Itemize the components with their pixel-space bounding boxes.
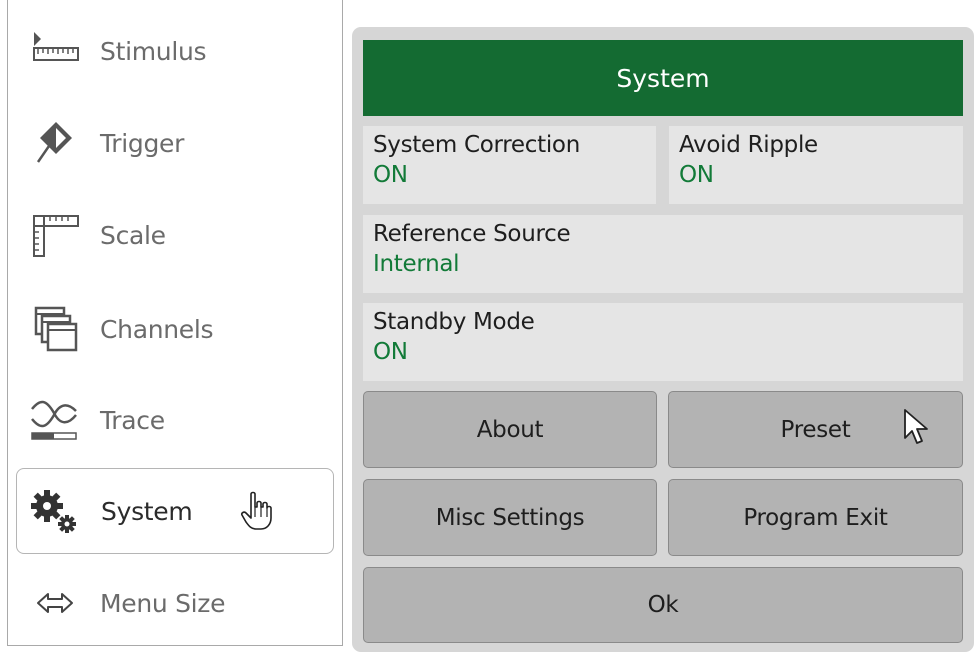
side-menu: Stimulus Trigger Scale Channels Trace Sy…: [7, 0, 343, 646]
menu-item-system[interactable]: System: [16, 468, 334, 554]
double-arrow-icon: [22, 578, 82, 628]
menu-label-trace: Trace: [100, 405, 165, 435]
menu-label-stimulus: Stimulus: [100, 36, 207, 66]
system-correction-label: System Correction: [373, 132, 580, 158]
menu-item-scale[interactable]: Scale: [16, 192, 334, 278]
hand-pointer-icon: [239, 491, 273, 531]
reference-source-field[interactable]: Reference Source Internal: [363, 215, 963, 293]
standby-mode-value: ON: [373, 339, 408, 365]
avoid-ripple-field[interactable]: Avoid Ripple ON: [669, 126, 963, 204]
scale-icon: [22, 210, 82, 260]
standby-mode-label: Standby Mode: [373, 309, 535, 335]
menu-label-system: System: [101, 496, 193, 526]
reference-source-label: Reference Source: [373, 221, 571, 247]
standby-mode-field[interactable]: Standby Mode ON: [363, 303, 963, 381]
channels-icon: [22, 304, 82, 354]
ok-button[interactable]: Ok: [363, 567, 963, 643]
menu-label-menu-size: Menu Size: [100, 588, 226, 618]
menu-label-trigger: Trigger: [100, 128, 185, 158]
system-correction-field[interactable]: System Correction ON: [363, 126, 656, 204]
misc-settings-button[interactable]: Misc Settings: [363, 479, 657, 556]
about-button[interactable]: About: [363, 391, 657, 468]
menu-label-channels: Channels: [100, 314, 214, 344]
ruler-icon: [22, 26, 82, 76]
menu-item-channels[interactable]: Channels: [16, 286, 334, 372]
menu-item-trigger[interactable]: Trigger: [16, 100, 334, 186]
avoid-ripple-value: ON: [679, 162, 714, 188]
menu-item-menu-size[interactable]: Menu Size: [16, 560, 334, 646]
avoid-ripple-label: Avoid Ripple: [679, 132, 818, 158]
menu-item-trace[interactable]: Trace: [16, 377, 334, 463]
arrow-cursor-icon: [902, 408, 932, 448]
menu-item-stimulus[interactable]: Stimulus: [16, 8, 334, 94]
reference-source-value: Internal: [373, 251, 460, 277]
system-panel: System System Correction ON Avoid Ripple…: [352, 27, 974, 652]
panel-title: System: [363, 40, 963, 116]
trigger-icon: [22, 118, 82, 168]
gears-icon: [23, 486, 83, 536]
menu-label-scale: Scale: [100, 220, 166, 250]
system-correction-value: ON: [373, 162, 408, 188]
program-exit-button[interactable]: Program Exit: [668, 479, 963, 556]
trace-icon: [22, 395, 82, 445]
